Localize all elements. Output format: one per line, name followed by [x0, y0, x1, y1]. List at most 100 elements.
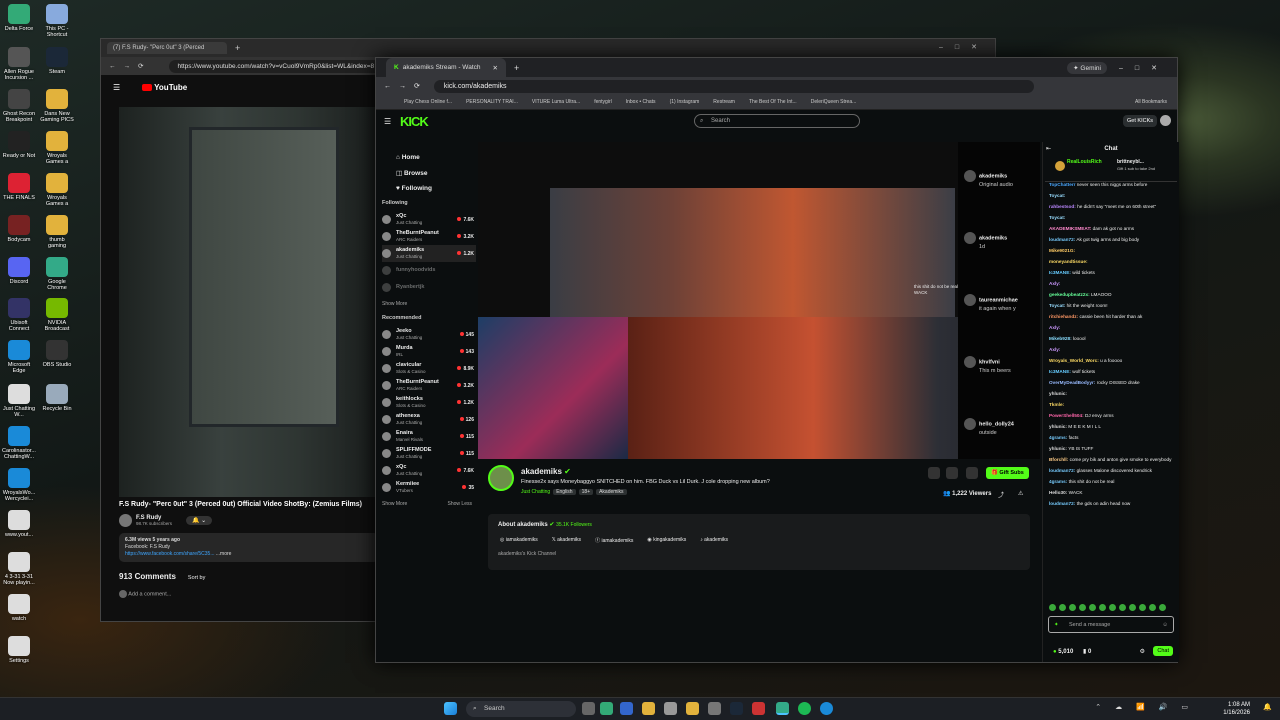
user-avatar[interactable]	[1160, 115, 1171, 126]
bell-button[interactable]	[928, 467, 940, 479]
more-link[interactable]: ...more	[216, 551, 232, 557]
show-more-recommended-button[interactable]: Show More	[382, 501, 407, 507]
youtube-tab[interactable]: (7) F.S Rudy- "Perc 0ut" 3 (Perced	[107, 42, 227, 54]
sidebar-channel[interactable]: TheBurntPeanut ARC Raiders 3.2K	[382, 377, 476, 394]
desktop-icon[interactable]: WroyalsWo... Wercyclei...	[2, 468, 36, 502]
show-less-button[interactable]: Show Less	[448, 501, 472, 507]
sidebar-channel[interactable]: xQc Just Chatting 7.6K	[382, 462, 476, 479]
sidebar-channel[interactable]: Ryanbertjk	[382, 279, 476, 296]
chat-username[interactable]: OverMyDeadBodyyr:	[1049, 380, 1095, 385]
system-tray[interactable]: ⌃ ☁ 📶 🔊 ▭	[1095, 703, 1194, 711]
bookmark-item[interactable]: (1) Instagram	[670, 99, 700, 105]
notification-bell-button[interactable]: 🔔 ⌄	[186, 516, 213, 525]
bookmark-item[interactable]: The Best Of The Int...	[749, 99, 797, 105]
desktop-icon[interactable]: Ubisoft Connect	[2, 298, 36, 332]
chat-send-button[interactable]: Chat	[1153, 646, 1173, 656]
chat-username[interactable]: geekedupbeatz2x:	[1049, 292, 1090, 297]
chat-username[interactable]: Ic3MANE:	[1049, 369, 1071, 374]
sidebar-channel[interactable]: akademiks Just Chatting 1.2K	[382, 245, 476, 262]
sidebar-channel[interactable]: TheBurntPeanut ARC Raiders 3.2K	[382, 228, 476, 245]
heart-button[interactable]	[946, 467, 958, 479]
bookmark-item[interactable]: fentygirl	[594, 99, 612, 105]
chat-username[interactable]: Axly:	[1049, 325, 1060, 330]
back-icon[interactable]: ←	[109, 63, 116, 70]
forward-icon[interactable]: →	[399, 83, 406, 90]
streamer-name[interactable]: akademiks ✔	[521, 467, 571, 476]
kick-browser-window[interactable]: Kakademiks Stream - Watch ✕ + ✦ Gemini –□…	[375, 57, 1179, 663]
gift-subs-button[interactable]: 🎁 Gift Subs	[986, 467, 1029, 479]
chat-username[interactable]: Axly:	[1049, 347, 1060, 352]
emote-icon[interactable]	[1099, 604, 1106, 611]
nav-following[interactable]: ♥ Following	[396, 185, 476, 192]
maximize-icon[interactable]: □	[955, 44, 971, 51]
desktop-icon[interactable]: Microsoft Edge	[2, 340, 36, 374]
sidebar-channel[interactable]: clavicular Slots & Casino 8.9K	[382, 360, 476, 377]
get-kicks-button[interactable]: Get KICKs	[1123, 115, 1157, 127]
file-explorer-icon[interactable]	[642, 702, 655, 715]
emote-icon[interactable]	[1059, 604, 1066, 611]
bookmark-item[interactable]: VITURE Luma Ultra...	[532, 99, 580, 105]
chat-username[interactable]: 4grams:	[1049, 479, 1067, 484]
desktop-icon[interactable]: Wroyals Games a	[40, 173, 74, 207]
bookmark-item[interactable]: Play Chess Online f...	[404, 99, 452, 105]
chat-username[interactable]: Ic3MANE:	[1049, 270, 1071, 275]
desktop-icon[interactable]: Just Chatting W...	[2, 384, 36, 418]
desktop-icon[interactable]: Settings	[2, 636, 36, 664]
chat-username[interactable]: loudman72:	[1049, 501, 1075, 506]
maximize-icon[interactable]: □	[1135, 65, 1151, 72]
stream-video-player[interactable]: akademiks Original audio akademiks 1d taurea…	[478, 142, 1040, 459]
kick-search-input[interactable]: ⌕ Search	[694, 114, 860, 128]
bookmark-item[interactable]: PERSONALITY TRAI...	[466, 99, 518, 105]
settings-icon[interactable]	[708, 702, 721, 715]
emote-icon[interactable]	[1129, 604, 1136, 611]
spotify-icon[interactable]	[798, 702, 811, 715]
streamer-avatar[interactable]	[488, 465, 514, 491]
forward-icon[interactable]: →	[124, 63, 131, 70]
chat-username[interactable]: Hello30:	[1049, 490, 1067, 495]
menu-icon[interactable]: ☰	[113, 83, 120, 92]
desktop-icon[interactable]: Allen Rogue Incursion ...	[2, 47, 36, 81]
emote-icon[interactable]	[1069, 604, 1076, 611]
chat-username[interactable]: yhlunic:	[1049, 446, 1067, 451]
video-description[interactable]: 6.3M views 5 years ago Facebook: F.S Rud…	[119, 533, 379, 562]
social-link[interactable]: ♪ akademiks	[700, 537, 728, 544]
bookmark-item[interactable]: All Bookmarks	[1135, 99, 1167, 105]
new-tab-icon[interactable]: +	[514, 63, 519, 73]
chat-username[interactable]: Mikeb928:	[1049, 336, 1072, 341]
youtube-video-player[interactable]	[119, 107, 375, 497]
desktop-icon[interactable]: Recycle Bin	[40, 384, 74, 412]
chat-settings-icon[interactable]: ⚙	[1140, 649, 1145, 655]
chat-username[interactable]: Wroyals_World_Worc:	[1049, 358, 1099, 363]
store-icon[interactable]	[664, 702, 677, 715]
facebook-link[interactable]: https://www.facebook.com/share/5C35...	[125, 551, 215, 557]
start-button[interactable]	[444, 702, 457, 715]
stream-category[interactable]: Just Chatting English 18+ Akademiks	[521, 489, 627, 495]
collapse-chat-icon[interactable]: ⇤	[1046, 146, 1051, 152]
desktop-icon[interactable]: THE FINALS	[2, 173, 36, 201]
app2-icon[interactable]	[752, 702, 765, 715]
chat-username[interactable]: Toycat:	[1049, 193, 1065, 198]
youtube-url-input[interactable]: https://www.youtube.com/watch?v=vCuol9Vm…	[169, 59, 410, 73]
chat-username[interactable]: yhlunic:	[1049, 391, 1067, 396]
chat-username[interactable]: Toycat:	[1049, 303, 1065, 308]
chat-username[interactable]: loudman72:	[1049, 468, 1075, 473]
taskbar-search[interactable]: ⌕ Search	[466, 701, 576, 717]
tag-badge[interactable]: English	[553, 489, 576, 495]
desktop-icon[interactable]: Ready or Not	[2, 131, 36, 159]
desktop-icon[interactable]: OBS Studio	[40, 340, 74, 368]
minimize-icon[interactable]: –	[1119, 65, 1135, 72]
youtube-logo[interactable]: ☰ YouTube	[113, 83, 187, 92]
bookmark-item[interactable]: DeleriQueen Strea...	[811, 99, 857, 105]
nav-home[interactable]: ⌂ Home	[396, 154, 476, 161]
chat-username[interactable]: rahbestsod:	[1049, 204, 1076, 209]
chat-username[interactable]: AKADEMIKSMEAT:	[1049, 226, 1091, 231]
social-link[interactable]: ⓕ iamakademiks	[595, 537, 633, 544]
tag-badge[interactable]: 18+	[578, 489, 594, 495]
widgets-icon[interactable]	[600, 702, 613, 715]
send-message-input[interactable]: ✦ Send a message ☺	[1048, 616, 1174, 633]
chat-username[interactable]: yhlunic:	[1049, 424, 1067, 429]
nav-browse[interactable]: ◫ Browse	[396, 169, 476, 177]
chrome-icon[interactable]	[776, 702, 789, 715]
desktop-icon[interactable]: Carolinastor... ChattingW...	[2, 426, 36, 460]
desktop-icon[interactable]: Bodycam	[2, 215, 36, 243]
